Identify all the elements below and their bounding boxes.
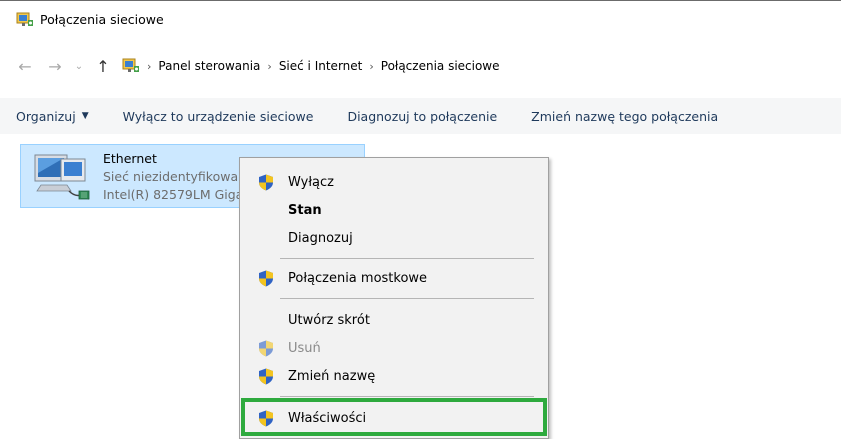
window-title: Połączenia sieciowe	[40, 12, 164, 27]
chevron-down-icon: ⌄	[74, 60, 84, 72]
connection-name: Ethernet	[103, 151, 157, 166]
connection-status: Sieć niezidentyfikowana	[103, 169, 254, 184]
menu-item-rename[interactable]: Zmień nazwę	[242, 362, 546, 390]
rename-connection-label: Zmień nazwę tego połączenia	[531, 108, 719, 124]
forward-arrow-icon: →	[48, 56, 62, 76]
organize-label: Organizuj	[16, 108, 76, 124]
uac-shield-icon	[259, 340, 273, 357]
menu-item-diagnose[interactable]: Diagnozuj	[242, 224, 546, 252]
menu-item-label: Połączenia mostkowe	[288, 270, 428, 286]
breadcrumb-separator-icon: ›	[267, 59, 272, 73]
breadcrumb-network-connections[interactable]: Połączenia sieciowe	[381, 59, 500, 73]
address-bar[interactable]: › Panel sterowania › Sieć i Internet › P…	[122, 54, 500, 78]
network-connections-icon	[122, 58, 139, 72]
menu-item-bridge-connections[interactable]: Połączenia mostkowe	[242, 264, 546, 292]
menu-separator	[280, 258, 534, 259]
up-button[interactable]: ↑	[92, 55, 114, 77]
menu-item-label: Diagnozuj	[288, 230, 353, 246]
menu-item-label: Usuń	[288, 340, 321, 356]
rename-connection-button[interactable]: Zmień nazwę tego połączenia	[531, 109, 718, 124]
diagnose-connection-label: Diagnozuj to połączenie	[347, 108, 498, 124]
network-connections-icon	[16, 12, 33, 26]
address-row: ← → ⌄ ↑ › Panel sterowania › Sieć i Inte…	[0, 50, 841, 82]
back-arrow-icon: ←	[18, 56, 32, 76]
menu-item-label: Wyłącz	[288, 174, 334, 190]
uac-shield-icon	[259, 174, 273, 191]
menu-item-disable[interactable]: Wyłącz	[242, 168, 546, 196]
explorer-window: Połączenia sieciowe ← → ⌄ ↑ › Panel ster…	[0, 0, 841, 439]
breadcrumb-separator-icon: ›	[147, 59, 152, 73]
breadcrumb-control-panel[interactable]: Panel sterowania	[158, 59, 260, 73]
organize-button[interactable]: Organizuj ▼	[16, 109, 89, 124]
up-arrow-icon: ↑	[96, 56, 110, 76]
menu-separator	[280, 396, 534, 397]
recent-locations-button[interactable]: ⌄	[72, 55, 86, 77]
menu-separator	[280, 298, 534, 299]
context-menu: Wyłącz Stan Diagnozuj Połączenia mostkow…	[239, 157, 549, 439]
menu-item-label: Zmień nazwę	[288, 368, 376, 384]
breadcrumb-network-internet[interactable]: Sieć i Internet	[279, 59, 363, 73]
properties-highlight-box	[241, 398, 547, 436]
back-button[interactable]: ←	[14, 55, 36, 77]
ethernet-adapter-icon	[34, 154, 90, 200]
uac-shield-icon	[259, 270, 273, 287]
caret-down-icon: ▼	[81, 111, 89, 121]
title-bar: Połączenia sieciowe	[0, 0, 841, 38]
disable-device-button[interactable]: Wyłącz to urządzenie sieciowe	[123, 109, 314, 124]
forward-button[interactable]: →	[44, 55, 66, 77]
breadcrumb-separator-icon: ›	[369, 59, 374, 73]
disable-device-label: Wyłącz to urządzenie sieciowe	[122, 108, 314, 124]
diagnose-connection-button[interactable]: Diagnozuj to połączenie	[347, 109, 497, 124]
uac-shield-icon	[259, 368, 273, 385]
menu-item-status[interactable]: Stan	[242, 196, 546, 224]
menu-item-create-shortcut[interactable]: Utwórz skrót	[242, 306, 546, 334]
menu-item-label: Utwórz skrót	[288, 312, 370, 328]
menu-item-label: Stan	[288, 202, 322, 218]
command-bar: Organizuj ▼ Wyłącz to urządzenie sieciow…	[0, 98, 841, 134]
menu-item-delete[interactable]: Usuń	[242, 334, 546, 362]
